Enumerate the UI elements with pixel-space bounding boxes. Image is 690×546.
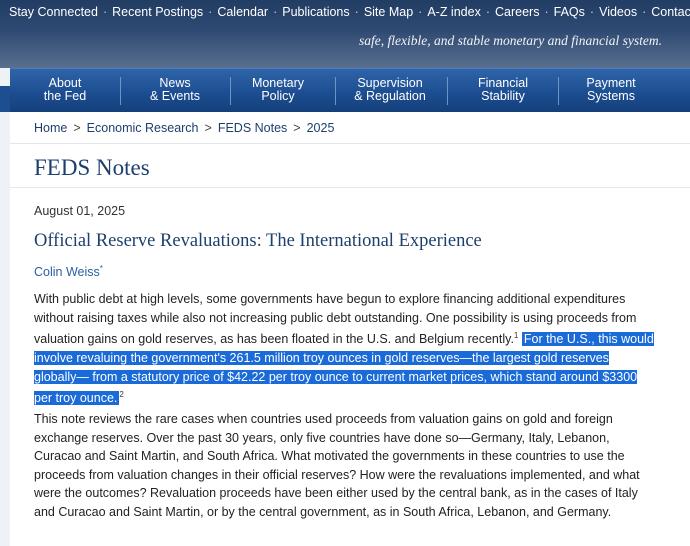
- breadcrumb-separator: >: [204, 121, 212, 135]
- nav-separator: ·: [208, 5, 213, 19]
- utility-link-publications[interactable]: Publications: [282, 5, 349, 19]
- breadcrumb-economic-research[interactable]: Economic Research: [87, 121, 199, 135]
- utility-nav: Stay Connected · Recent Postings · Calendar ·…: [9, 5, 690, 19]
- footnote-2-link[interactable]: 2: [119, 390, 123, 399]
- nav-label-line2: the Fed: [43, 89, 87, 103]
- nav-monetary-policy[interactable]: Monetary Policy: [223, 77, 333, 103]
- article-date: August 01, 2025: [34, 204, 126, 218]
- utility-link-a-z-index[interactable]: A-Z index: [427, 5, 481, 19]
- nav-about-the-fed[interactable]: About the Fed: [10, 77, 120, 103]
- breadcrumb-bar: Home > Economic Research > FEDS Notes >2025: [10, 112, 690, 144]
- article-title: Official Reserve Revaluations: The Inter…: [34, 231, 482, 251]
- utility-link-videos[interactable]: Videos: [599, 5, 637, 19]
- nav-news-events[interactable]: News & Events: [120, 77, 230, 103]
- breadcrumb-feds-notes[interactable]: FEDS Notes: [218, 121, 287, 135]
- utility-link-careers[interactable]: Careers: [495, 5, 539, 19]
- breadcrumb-2025[interactable]: 2025: [307, 121, 335, 135]
- nav-separator: ·: [544, 5, 549, 19]
- nav-separator: ·: [485, 5, 490, 19]
- nav-financial-stability[interactable]: Financial Stability: [448, 77, 558, 103]
- nav-label-line2: Stability: [481, 89, 525, 103]
- breadcrumb-separator: >: [293, 121, 301, 135]
- utility-link-contact[interactable]: Contact: [651, 5, 690, 19]
- utility-link-site-map[interactable]: Site Map: [364, 5, 413, 19]
- article-paragraph-1: With public debt at high levels, some go…: [34, 290, 654, 408]
- utility-link-calendar[interactable]: Calendar: [217, 5, 268, 19]
- utility-link-recent-postings[interactable]: Recent Postings: [112, 5, 203, 19]
- left-edge-strip: [0, 68, 10, 546]
- page-title: FEDS Notes: [34, 155, 150, 180]
- nav-label-line2: & Regulation: [354, 89, 426, 103]
- nav-separator: ·: [102, 5, 108, 19]
- article-author: Colin Weiss*: [34, 264, 103, 279]
- main-nav: About the Fed News & Events Monetary Pol…: [10, 68, 690, 112]
- article-paragraph-2: This note reviews the rare cases when co…: [34, 412, 640, 519]
- nav-supervision-regulation[interactable]: Supervision & Regulation: [335, 77, 445, 103]
- site-tagline: safe, flexible, and stable monetary and …: [359, 33, 662, 48]
- site-header: Stay Connected · Recent Postings · Calendar ·…: [0, 0, 690, 68]
- page-title-bar: FEDS Notes: [10, 145, 690, 188]
- nav-label-line2: Systems: [587, 89, 635, 103]
- nav-separator: ·: [642, 5, 647, 19]
- left-edge-tab: [0, 86, 10, 112]
- utility-link-stay-connected[interactable]: Stay Connected: [9, 5, 98, 19]
- footnote-1-link[interactable]: 1: [514, 331, 518, 340]
- nav-label-line2: Policy: [261, 89, 295, 103]
- nav-payment-systems[interactable]: Payment Systems: [556, 77, 666, 103]
- nav-separator: ·: [589, 5, 595, 19]
- nav-separator: ·: [418, 5, 423, 19]
- author-link[interactable]: Colin Weiss: [34, 265, 100, 279]
- nav-separator: ·: [273, 5, 278, 19]
- article-content: August 01, 2025 Official Reserve Revalua…: [10, 189, 690, 546]
- nav-label-line2: & Events: [149, 89, 201, 103]
- breadcrumb: Home > Economic Research > FEDS Notes >2025: [34, 121, 334, 135]
- nav-separator: ·: [354, 5, 359, 19]
- utility-link-faqs[interactable]: FAQs: [554, 5, 585, 19]
- author-footnote-mark[interactable]: *: [100, 264, 103, 273]
- breadcrumb-home[interactable]: Home: [34, 121, 67, 135]
- breadcrumb-separator: >: [73, 121, 81, 135]
